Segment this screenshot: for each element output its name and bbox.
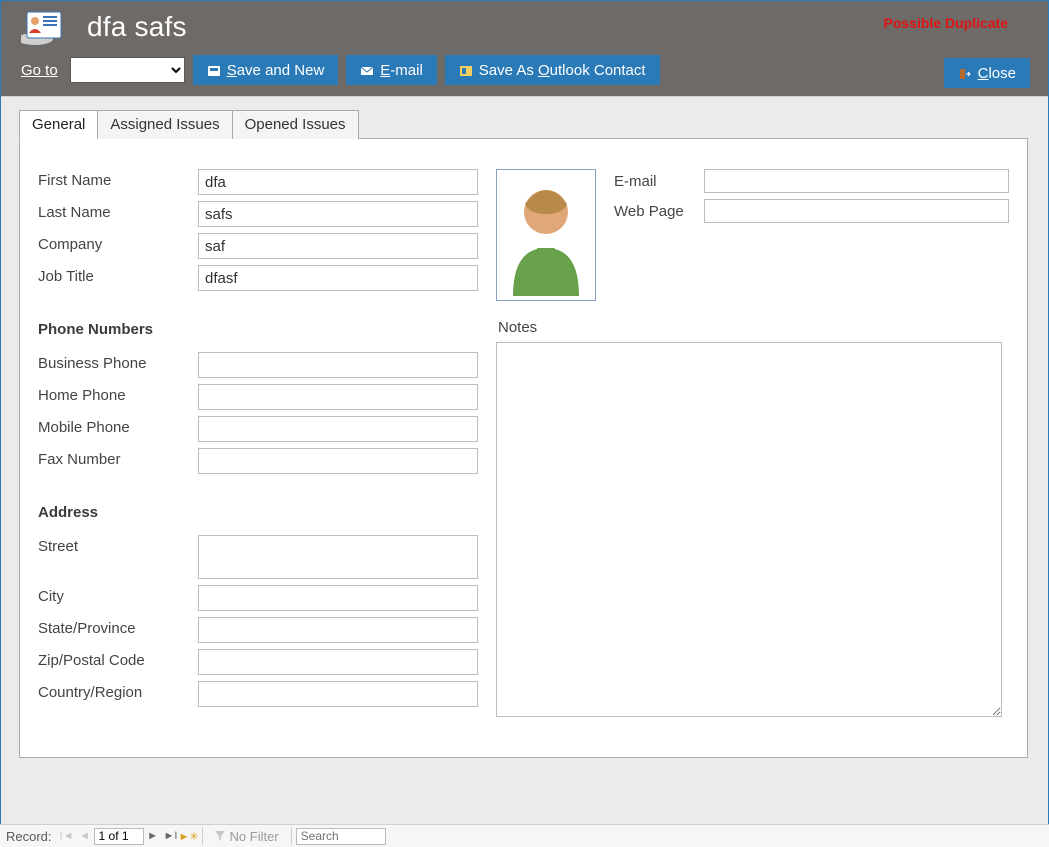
save-as-outlook-button[interactable]: Save As Outlook Contact: [445, 55, 660, 85]
filter-icon: [213, 829, 227, 843]
mobile-phone-label: Mobile Phone: [38, 416, 198, 436]
first-name-label: First Name: [38, 169, 198, 189]
company-input[interactable]: [198, 233, 478, 259]
email-label: E-mail: [614, 173, 704, 190]
page-title: dfa safs: [87, 11, 187, 43]
state-label: State/Province: [38, 617, 198, 637]
content-area: General Assigned Issues Opened Issues Fi…: [1, 96, 1048, 826]
city-label: City: [38, 585, 198, 605]
home-phone-label: Home Phone: [38, 384, 198, 404]
last-name-input[interactable]: [198, 201, 478, 227]
street-label: Street: [38, 535, 198, 555]
webpage-input[interactable]: [704, 199, 1009, 223]
next-record-button[interactable]: ►: [144, 827, 162, 846]
separator: [291, 827, 292, 845]
close-button[interactable]: Close: [944, 58, 1030, 88]
header-bar: dfa safs Possible Duplicate Go to Save a…: [1, 1, 1048, 96]
fax-number-input[interactable]: [198, 448, 478, 474]
first-name-input[interactable]: [198, 169, 478, 195]
zip-label: Zip/Postal Code: [38, 649, 198, 669]
toolbar: Go to Save and New E-mail Save As Outloo…: [21, 55, 1028, 85]
state-input[interactable]: [198, 617, 478, 643]
last-record-button[interactable]: ►I: [162, 827, 180, 846]
new-record-button[interactable]: ►✳: [180, 827, 198, 846]
company-label: Company: [38, 233, 198, 253]
general-panel: First Name Last Name Company Job Title P…: [19, 138, 1028, 758]
record-navigation-bar: Record: I◄ ◄ ► ►I ►✳ No Filter: [0, 824, 1049, 847]
record-position-input[interactable]: [94, 828, 144, 845]
mail-icon: [360, 64, 374, 76]
tab-opened-issues[interactable]: Opened Issues: [232, 110, 359, 139]
contact-card-icon: [21, 9, 67, 45]
home-phone-input[interactable]: [198, 384, 478, 410]
business-phone-input[interactable]: [198, 352, 478, 378]
country-input[interactable]: [198, 681, 478, 707]
save-icon: [207, 64, 221, 76]
tab-general[interactable]: General: [19, 110, 98, 139]
door-exit-icon: [958, 67, 972, 79]
last-name-label: Last Name: [38, 201, 198, 221]
business-phone-label: Business Phone: [38, 352, 198, 372]
job-title-label: Job Title: [38, 265, 198, 285]
zip-input[interactable]: [198, 649, 478, 675]
mobile-phone-input[interactable]: [198, 416, 478, 442]
job-title-input[interactable]: [198, 265, 478, 291]
no-filter-label[interactable]: No Filter: [230, 829, 279, 844]
outlook-icon: [459, 64, 473, 76]
goto-label: Go to: [21, 62, 58, 79]
email-input[interactable]: [704, 169, 1009, 193]
goto-dropdown[interactable]: [70, 57, 185, 83]
first-record-button[interactable]: I◄: [58, 827, 76, 846]
prev-record-button[interactable]: ◄: [76, 827, 94, 846]
street-input[interactable]: [198, 535, 478, 579]
phone-section-heading: Phone Numbers: [38, 321, 478, 338]
city-input[interactable]: [198, 585, 478, 611]
duplicate-warning: Possible Duplicate: [884, 15, 1008, 31]
save-and-new-button[interactable]: Save and New: [193, 55, 339, 85]
search-input[interactable]: [296, 828, 386, 845]
contact-photo[interactable]: [496, 169, 596, 301]
fax-number-label: Fax Number: [38, 448, 198, 468]
country-label: Country/Region: [38, 681, 198, 701]
notes-label: Notes: [498, 319, 596, 336]
email-button[interactable]: E-mail: [346, 55, 437, 85]
address-section-heading: Address: [38, 504, 478, 521]
separator: [202, 827, 203, 845]
tabstrip: General Assigned Issues Opened Issues: [19, 110, 1038, 139]
tab-assigned-issues[interactable]: Assigned Issues: [97, 110, 232, 139]
record-label: Record:: [0, 829, 58, 844]
webpage-label: Web Page: [614, 203, 704, 220]
